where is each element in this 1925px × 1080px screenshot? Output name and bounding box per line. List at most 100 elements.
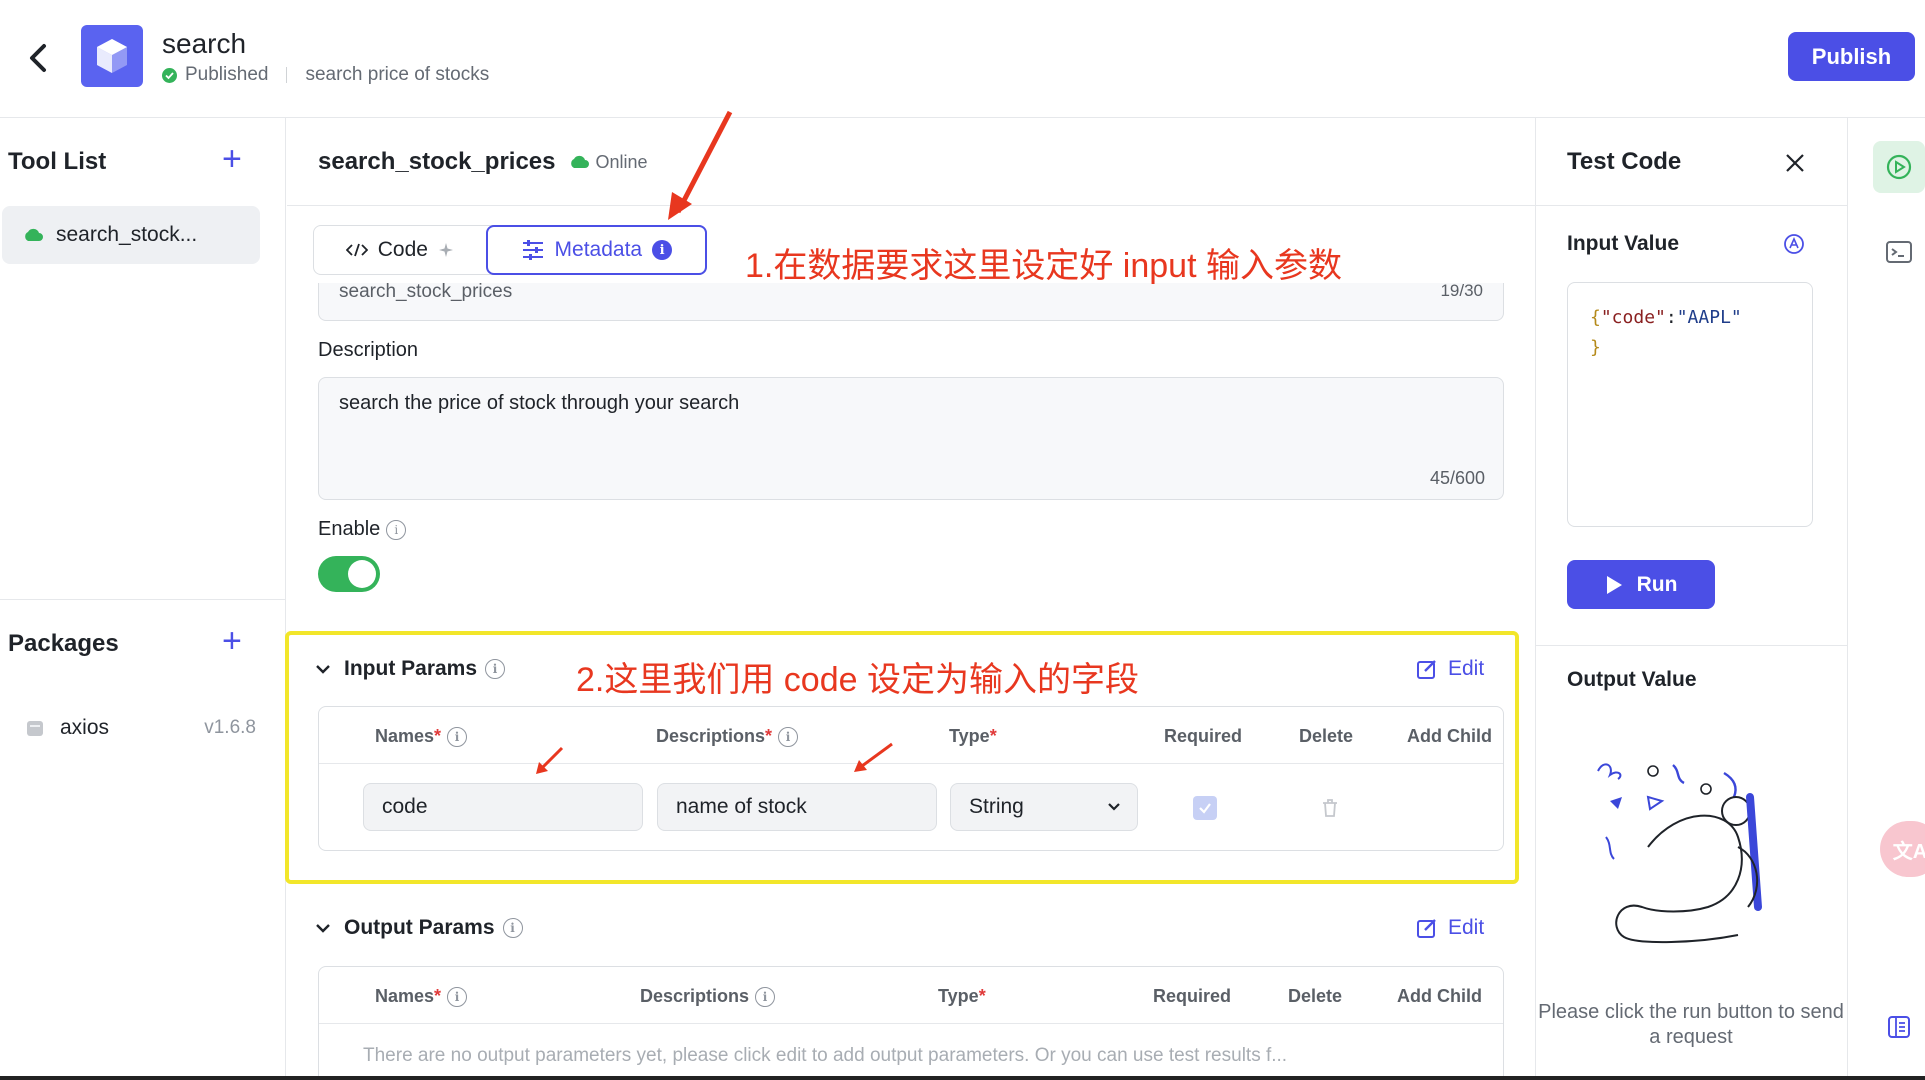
annotation-params-note: 2.这里我们用 code 设定为输入的字段 <box>576 661 1139 699</box>
test-panel-title: Test Code <box>1567 148 1682 175</box>
sparkle-icon <box>438 243 453 257</box>
chevron-down-icon <box>316 924 330 933</box>
run-hint-text: Please click the run button to send a re… <box>1538 1001 1844 1048</box>
tab-metadata[interactable]: Metadata i <box>485 225 707 275</box>
cloud-icon <box>25 228 43 241</box>
publish-button[interactable]: Publish <box>1788 32 1915 81</box>
terminal-icon <box>1886 241 1912 263</box>
chevron-down-icon <box>1108 803 1120 811</box>
input-params-header[interactable]: Input Params i <box>316 657 506 681</box>
output-params-header[interactable]: Output Params i <box>316 916 523 940</box>
col-names: Names* i <box>375 986 468 1008</box>
app-subtitle: search price of stocks <box>305 64 490 85</box>
col-type: Type* <box>938 986 986 1006</box>
publish-status: Published <box>185 64 269 85</box>
param-description-input[interactable]: name of stock <box>657 783 937 831</box>
right-rail <box>1847 118 1925 1080</box>
output-params-title: Output Params <box>344 916 495 939</box>
panel-divider <box>1535 205 1847 206</box>
package-item[interactable]: axios v1.6.8 <box>26 716 256 740</box>
chevron-down-icon <box>316 665 330 674</box>
play-circle-icon <box>1886 154 1912 180</box>
info-icon: i <box>502 918 523 938</box>
package-icon <box>27 721 43 736</box>
json-colon: : <box>1665 307 1677 328</box>
app-title: search <box>162 28 247 59</box>
json-value: "AAPL" <box>1676 307 1742 328</box>
info-icon: i <box>778 727 799 748</box>
col-descriptions: Descriptions* i <box>656 726 799 748</box>
output-value-label: Output Value <box>1567 668 1697 691</box>
run-label: Run <box>1636 572 1678 596</box>
tool-name-field[interactable]: search_stock_prices 19/30 <box>318 281 1504 321</box>
cube-logo-icon <box>81 25 143 87</box>
description-label: Description <box>318 339 419 361</box>
param-type-select[interactable]: String <box>950 783 1138 831</box>
input-params-title: Input Params <box>344 657 478 680</box>
tab-code[interactable]: Code <box>314 226 486 274</box>
info-icon: i <box>652 240 673 260</box>
rail-terminal-button[interactable] <box>1873 226 1925 278</box>
enable-label: Enable <box>318 518 381 540</box>
enable-toggle[interactable] <box>318 556 380 592</box>
tool-title-row: search_stock_prices Online <box>318 148 648 176</box>
top-header: search Published search price of stocks … <box>0 0 1925 118</box>
package-version: v1.6.8 <box>204 717 256 738</box>
annotation-arrow-icon <box>854 742 893 772</box>
close-icon[interactable] <box>1784 152 1806 174</box>
table-header: Names* i Descriptions i Type* Required Del… <box>319 967 1503 1024</box>
json-close-brace: } <box>1590 337 1601 358</box>
rail-run-button[interactable] <box>1873 141 1925 193</box>
editor-tabs: Code Metadata i <box>313 225 707 275</box>
annotation-arrow-icon <box>536 746 564 774</box>
enable-label-row: Enable i <box>318 518 407 541</box>
col-required: Required <box>1153 986 1232 1006</box>
back-arrow-icon[interactable] <box>24 38 56 78</box>
col-add-child: Add Child <box>1397 986 1482 1006</box>
run-button[interactable]: Run <box>1567 560 1715 609</box>
add-tool-plus-icon[interactable]: + <box>222 142 242 176</box>
col-descriptions: Descriptions i <box>640 986 776 1008</box>
info-icon: i <box>755 987 776 1008</box>
col-delete: Delete <box>1299 726 1354 746</box>
book-icon <box>1888 1016 1910 1038</box>
online-label: Online <box>595 151 648 172</box>
trash-icon[interactable] <box>1319 797 1341 819</box>
checkbox-icon <box>1199 803 1211 814</box>
required-checkbox[interactable] <box>1193 796 1217 820</box>
info-icon: i <box>447 987 468 1008</box>
packages-title: Packages <box>8 630 119 657</box>
add-package-plus-icon[interactable]: + <box>222 624 242 658</box>
param-name-input[interactable]: code <box>363 783 643 831</box>
cloud-icon <box>570 155 589 168</box>
output-empty-message: There are no output parameters yet, plea… <box>363 1045 1288 1066</box>
bottom-edge <box>0 1076 1925 1080</box>
annotation-arrow-icon <box>668 110 733 220</box>
description-textarea[interactable]: search the price of stock through your s… <box>318 377 1504 500</box>
panel-divider <box>1535 645 1847 646</box>
code-icon <box>345 243 368 257</box>
json-open-brace: { <box>1590 307 1601 328</box>
info-icon: i <box>447 727 468 748</box>
tool-item-label: search_stock... <box>56 223 198 246</box>
col-add-child: Add Child <box>1407 726 1492 746</box>
table-header: Names* i Descriptions* i Type* Required De… <box>319 707 1503 764</box>
input-params-edit-button[interactable]: Edit <box>1416 657 1484 681</box>
sidebar-divider <box>0 599 286 600</box>
sliders-icon <box>522 240 543 260</box>
play-icon <box>1606 575 1622 594</box>
output-params-table: Names* i Descriptions i Type* Required Del… <box>318 966 1504 1080</box>
edit-label: Edit <box>1448 916 1485 939</box>
col-required: Required <box>1164 726 1243 746</box>
edit-icon <box>1417 919 1436 938</box>
tab-metadata-label: Metadata <box>554 238 643 261</box>
input-json-editor[interactable]: {"code":"AAPL" } <box>1567 282 1813 527</box>
rail-docs-button[interactable] <box>1873 1001 1925 1053</box>
ai-assist-icon[interactable] <box>1783 233 1805 255</box>
title-divider <box>287 205 1535 206</box>
sidebar-item-tool[interactable]: search_stock... <box>2 206 260 264</box>
annotation-metadata-note: 1.在数据要求这里设定好 input 输入参数 <box>745 247 1342 285</box>
edit-icon <box>1417 660 1436 679</box>
col-type: Type* <box>949 726 997 746</box>
output-params-edit-button[interactable]: Edit <box>1416 916 1484 940</box>
